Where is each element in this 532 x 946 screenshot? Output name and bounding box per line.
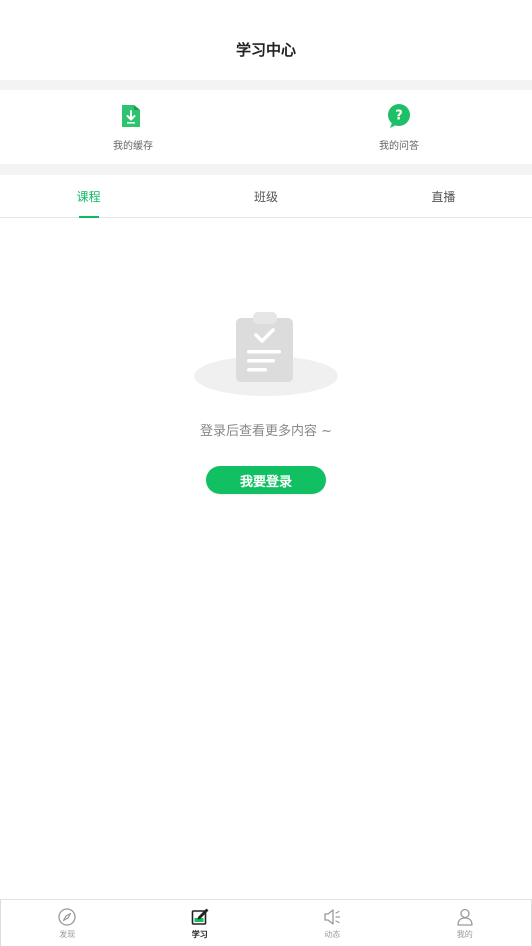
tab-bar: 课程 班级 直播 (0, 175, 532, 218)
page-title: 学习中心 (235, 41, 296, 59)
tab-live[interactable]: 直播 (355, 175, 532, 217)
my-qa-label: 我的问答 (379, 140, 419, 152)
empty-state-message: 登录后查看更多内容 ~ (199, 424, 333, 439)
nav-feed[interactable]: 动态 (266, 900, 399, 946)
tab-classes[interactable]: 班级 (177, 175, 354, 217)
section-divider (0, 164, 532, 175)
nav-me[interactable]: 我的 (399, 900, 532, 946)
section-divider (0, 80, 532, 90)
tab-classes-label: 班级 (253, 189, 278, 204)
user-icon (457, 908, 473, 926)
bottom-navigation: 发现 学习 动态 我的 (0, 899, 532, 946)
study-edit-icon (191, 908, 209, 925)
nav-study[interactable]: 学习 (134, 900, 267, 946)
speaker-icon (324, 908, 341, 925)
login-button[interactable]: 我要登录 (206, 466, 326, 494)
svg-text:?: ? (395, 108, 403, 123)
nav-me-label: 我的 (456, 929, 473, 939)
nav-study-label: 学习 (191, 929, 208, 939)
nav-feed-label: 动态 (324, 929, 341, 939)
my-qa-shortcut[interactable]: ? 我的问答 (266, 90, 532, 164)
nav-discover-label: 发现 (59, 929, 76, 939)
tab-courses-label: 课程 (76, 189, 101, 204)
nav-discover[interactable]: 发现 (1, 900, 134, 946)
question-bubble-icon: ? (388, 103, 410, 128)
tab-live-label: 直播 (431, 189, 456, 204)
download-folder-icon (122, 104, 140, 127)
active-tab-indicator (78, 216, 99, 218)
tab-courses[interactable]: 课程 (0, 175, 177, 218)
top-header: 学习中心 (0, 0, 532, 80)
my-cache-shortcut[interactable]: 我的缓存 (0, 90, 266, 164)
clipboard-check-icon (194, 312, 338, 396)
my-cache-label: 我的缓存 (113, 140, 153, 152)
shortcut-row: 我的缓存 ? 我的问答 (0, 90, 532, 164)
compass-icon (58, 907, 76, 926)
